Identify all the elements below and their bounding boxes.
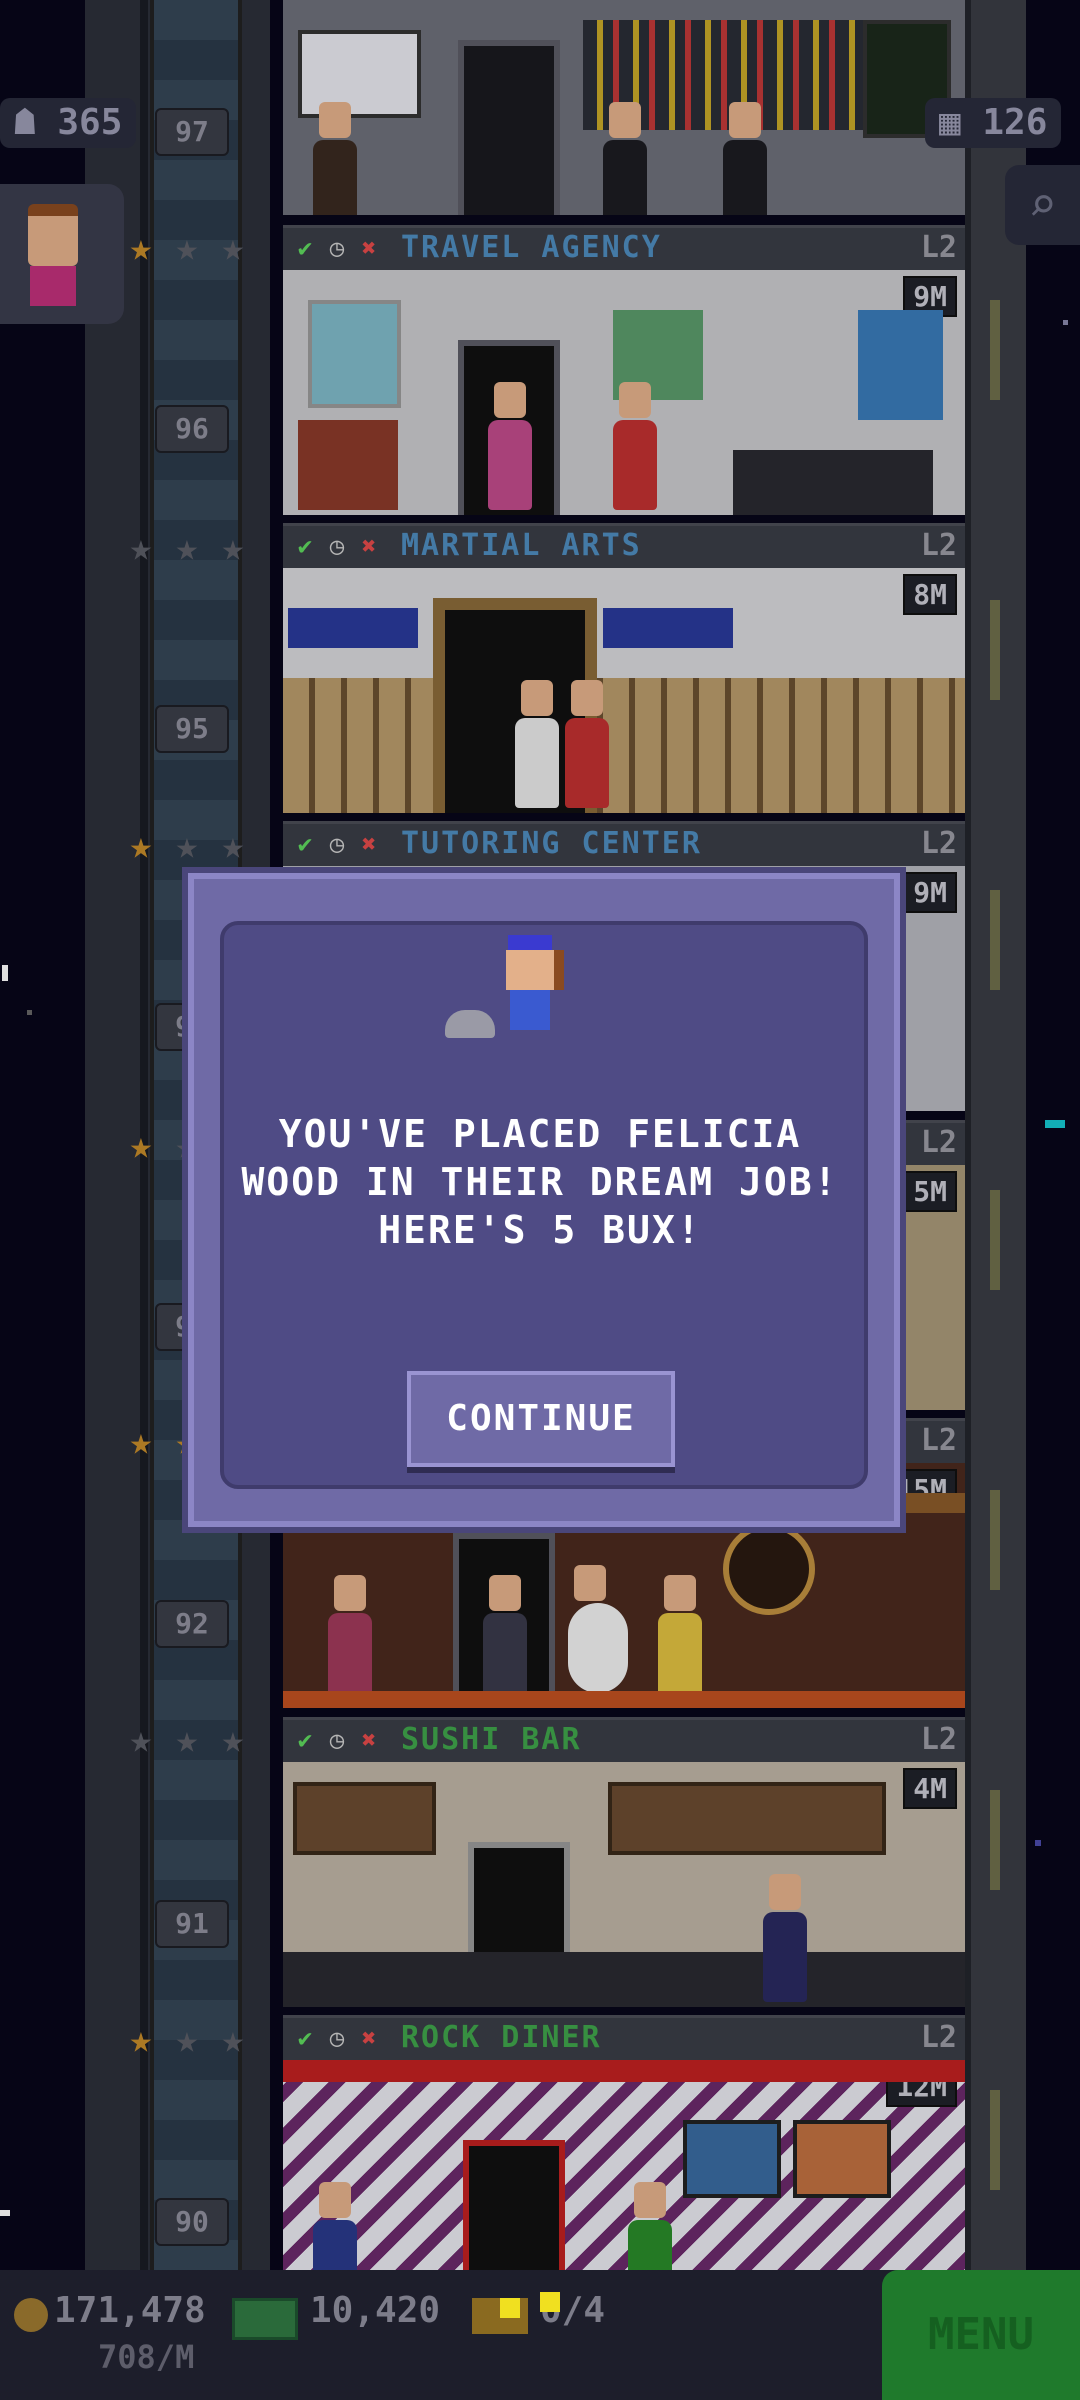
coin-balance[interactable]: 171,478 <box>54 2290 206 2331</box>
sparkle <box>540 2292 560 2312</box>
coin-icon <box>14 2298 48 2332</box>
shirt <box>510 990 550 1030</box>
bux-balance[interactable]: 10,420 <box>310 2290 440 2331</box>
bitizen-sprite <box>440 920 600 1050</box>
bux-icon <box>232 2298 298 2340</box>
dialog-message: YOU'VE PLACED FELICIA WOOD IN THEIR DREA… <box>241 1112 839 1252</box>
pet-icon <box>445 1010 495 1038</box>
sparkle <box>500 2298 520 2318</box>
menu-button[interactable]: MENU <box>882 2270 1080 2400</box>
continue-button[interactable]: CONTINUE <box>407 1371 675 1467</box>
face <box>506 950 564 990</box>
income-rate: 708/M <box>98 2338 195 2376</box>
